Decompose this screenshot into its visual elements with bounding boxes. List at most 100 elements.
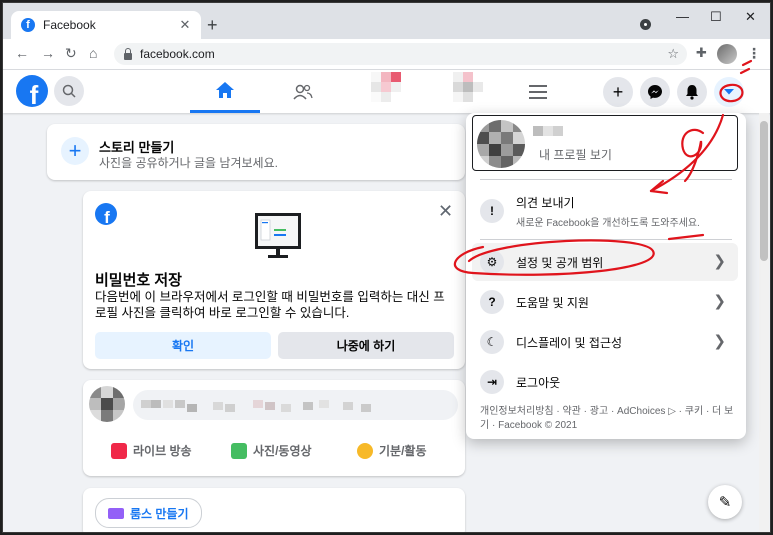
post-input[interactable] bbox=[133, 390, 458, 420]
nav-tab-obscured-1[interactable] bbox=[371, 72, 401, 104]
question-icon: ? bbox=[480, 290, 504, 314]
chrome-menu-icon[interactable]: ⋮ bbox=[747, 45, 761, 62]
chevron-right-icon: ❯ bbox=[713, 333, 726, 350]
settings-privacy-label: 설정 및 공개 범위 bbox=[516, 255, 604, 270]
password-title: 비밀번호 저장 bbox=[95, 272, 182, 289]
chrome-media-icon[interactable] bbox=[640, 19, 651, 30]
back-icon[interactable]: ← bbox=[15, 45, 29, 61]
photo-video-label: 사진/동영상 bbox=[253, 444, 312, 458]
new-tab-button[interactable]: + bbox=[207, 15, 218, 36]
browser-toolbar: ← → ↻ ⌂ facebook.com ☆ ✚ ⋮ bbox=[3, 39, 770, 70]
logout-label: 로그아웃 bbox=[516, 375, 561, 390]
extensions-icon[interactable]: ✚ bbox=[696, 45, 707, 61]
computer-illustration-icon bbox=[255, 213, 301, 258]
chevron-right-icon: ❯ bbox=[713, 293, 726, 310]
add-story-icon: + bbox=[61, 137, 89, 165]
chrome-profile-avatar[interactable] bbox=[717, 44, 737, 64]
minimize-button[interactable]: — bbox=[676, 9, 689, 24]
account-menu: 내 프로필 보기 ! 의견 보내기 새로운 Facebook을 개선하도록 도와… bbox=[466, 113, 746, 439]
gear-icon: ⚙ bbox=[480, 250, 504, 274]
user-avatar[interactable] bbox=[89, 386, 125, 422]
live-video-icon bbox=[111, 442, 127, 459]
photo-video-icon bbox=[231, 442, 247, 459]
notifications-button[interactable] bbox=[677, 77, 707, 107]
feeling-activity-action[interactable]: 기분/활동 bbox=[357, 442, 427, 459]
logo-letter: f bbox=[29, 80, 39, 107]
maximize-button[interactable]: ☐ bbox=[710, 9, 722, 25]
nav-home[interactable] bbox=[190, 70, 260, 113]
feedback-title: 의견 보내기 bbox=[516, 195, 575, 210]
settings-privacy-item[interactable]: ⚙ 설정 및 공개 범위 ❯ bbox=[472, 243, 738, 281]
feedback-item[interactable]: ! 의견 보내기 새로운 Facebook을 개선하도록 도와주세요. bbox=[472, 187, 738, 235]
address-bar[interactable]: facebook.com ☆ bbox=[114, 43, 687, 65]
display-accessibility-label: 디스플레이 및 접근성 bbox=[516, 335, 623, 350]
browser-window: f Facebook ✕ + — ☐ ✕ ← → ↻ ⌂ facebook.co… bbox=[2, 2, 771, 533]
tab-close-icon[interactable]: ✕ bbox=[175, 17, 195, 33]
moon-icon: ☾ bbox=[480, 330, 504, 354]
pixelated-icon bbox=[453, 72, 483, 102]
menu-divider bbox=[480, 239, 732, 240]
close-window-button[interactable]: ✕ bbox=[745, 9, 756, 25]
new-message-button[interactable]: ✎ bbox=[708, 485, 742, 519]
live-video-action[interactable]: 라이브 방송 bbox=[111, 442, 192, 459]
search-button[interactable] bbox=[54, 76, 84, 106]
nav-tab-obscured-2[interactable] bbox=[453, 72, 483, 104]
logout-item[interactable]: ⇥ 로그아웃 bbox=[472, 363, 738, 401]
browser-tab[interactable]: f Facebook ✕ bbox=[11, 11, 201, 39]
profile-avatar bbox=[477, 120, 525, 168]
bookmark-star-icon[interactable]: ☆ bbox=[667, 46, 679, 62]
facebook-favicon-icon: f bbox=[21, 18, 35, 32]
nav-friends[interactable] bbox=[268, 70, 338, 113]
tab-strip: f Facebook ✕ + — ☐ ✕ bbox=[3, 3, 770, 39]
scrollbar-thumb[interactable] bbox=[760, 121, 768, 261]
create-room-button[interactable]: 룸스 만들기 bbox=[95, 498, 202, 528]
close-card-icon[interactable]: ✕ bbox=[438, 201, 453, 222]
help-support-label: 도움말 및 지원 bbox=[516, 295, 589, 310]
pixelated-name bbox=[533, 126, 563, 136]
later-button[interactable]: 나중에 하기 bbox=[278, 332, 454, 359]
messenger-icon bbox=[648, 85, 662, 99]
rooms-card: 룸스 만들기 bbox=[83, 488, 465, 532]
pixelated-placeholder bbox=[141, 400, 371, 412]
forward-icon[interactable]: → bbox=[41, 45, 55, 61]
facebook-small-logo: f bbox=[95, 203, 117, 225]
create-icon: + bbox=[612, 81, 624, 102]
password-description: 다음번에 이 브라우저에서 로그인할 때 비밀번호를 입력하는 대신 프로필 사… bbox=[95, 290, 445, 320]
photo-video-action[interactable]: 사진/동영상 bbox=[231, 442, 312, 459]
account-dropdown-button[interactable] bbox=[714, 77, 744, 107]
feeling-icon bbox=[357, 442, 373, 459]
feedback-icon: ! bbox=[480, 199, 504, 223]
reload-icon[interactable]: ↻ bbox=[65, 45, 77, 62]
story-subtitle: 사진을 공유하거나 글을 남겨보세요. bbox=[99, 156, 278, 170]
account-dropdown-icon bbox=[724, 89, 734, 95]
create-button[interactable]: + bbox=[603, 77, 633, 107]
tab-title: Facebook bbox=[43, 18, 96, 32]
nav-menu[interactable] bbox=[518, 70, 558, 113]
feeling-activity-label: 기분/활동 bbox=[379, 444, 427, 458]
messenger-button[interactable] bbox=[640, 77, 670, 107]
compose-icon: ✎ bbox=[718, 494, 732, 511]
logout-icon: ⇥ bbox=[480, 370, 504, 394]
profile-link-item[interactable]: 내 프로필 보기 bbox=[472, 115, 738, 171]
display-accessibility-item[interactable]: ☾ 디스플레이 및 접근성 ❯ bbox=[472, 323, 738, 361]
menu-icon bbox=[529, 84, 547, 99]
menu-divider bbox=[480, 179, 732, 180]
lock-icon bbox=[124, 47, 132, 60]
rooms-video-icon bbox=[108, 507, 124, 519]
chevron-right-icon: ❯ bbox=[713, 253, 726, 270]
home-icon bbox=[216, 82, 234, 98]
facebook-logo[interactable]: f bbox=[16, 75, 48, 107]
url-text: facebook.com bbox=[140, 47, 215, 61]
facebook-header: f + bbox=[3, 70, 770, 113]
confirm-button[interactable]: 확인 bbox=[95, 332, 271, 359]
create-story-card[interactable]: + 스토리 만들기 사진을 공유하거나 글을 남겨보세요. bbox=[47, 124, 465, 180]
pixelated-icon bbox=[371, 72, 401, 102]
home-page-icon[interactable]: ⌂ bbox=[89, 45, 97, 61]
menu-footer-links[interactable]: 개인정보처리방침 · 약관 · 광고 · AdChoices ▷ · 쿠키 · … bbox=[480, 405, 736, 433]
save-password-card: f ✕ 비밀번호 저장 다음번에 이 브라우저에서 로그인할 때 비밀번호를 입… bbox=[83, 191, 465, 369]
help-support-item[interactable]: ? 도움말 및 지원 ❯ bbox=[472, 283, 738, 321]
post-composer-card: 라이브 방송 사진/동영상 기분/활동 bbox=[83, 380, 465, 476]
create-room-label: 룸스 만들기 bbox=[130, 506, 189, 521]
page-scrollbar[interactable] bbox=[759, 113, 769, 532]
live-video-label: 라이브 방송 bbox=[133, 444, 192, 458]
